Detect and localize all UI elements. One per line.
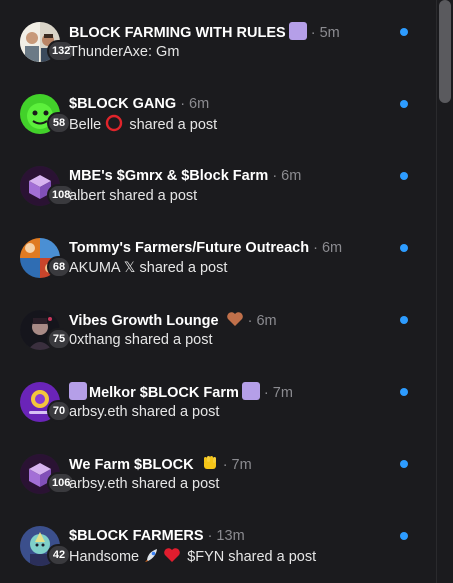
last-message: arbsy.eth shared a post: [69, 474, 406, 494]
scrollbar-thumb[interactable]: [439, 0, 451, 103]
timestamp: · 13m: [207, 528, 245, 544]
conversation-title-line: Tommy's Farmers/Future Outreach · 6m: [69, 238, 390, 258]
last-message: ThunderAxe: Gm: [69, 42, 406, 62]
conversation-title-line: MBE's $Gmrx & $Block Farm · 6m: [69, 166, 390, 186]
timestamp: · 6m: [313, 240, 343, 256]
conversation-row[interactable]: 68 Tommy's Farmers/Future Outreach · 6m …: [0, 216, 436, 288]
unread-dot: [400, 172, 408, 180]
conversation-title-line: Vibes Growth Lounge · 6m: [69, 310, 390, 330]
unread-dot: [400, 388, 408, 396]
last-message: 0xthang shared a post: [69, 330, 406, 350]
last-message: arbsy.eth shared a post: [69, 402, 406, 422]
timestamp: · 5m: [310, 25, 340, 41]
member-count-badge: 58: [47, 112, 71, 134]
last-message: Belle shared a post: [69, 114, 406, 134]
conversation-row[interactable]: 106 We Farm $BLOCK · 7m arbsy.eth shared…: [0, 432, 436, 504]
conversation-row[interactable]: 132 BLOCK FARMING WITH RULES · 5m Thunde…: [0, 0, 436, 72]
conversation-title-line: $BLOCK FARMERS · 13m: [69, 526, 390, 546]
member-count-badge: 70: [47, 400, 71, 422]
conversation-title: $BLOCK GANG: [69, 96, 177, 112]
last-message-text: shared a post: [129, 117, 218, 133]
last-message-text: AKUMA 𝕏 shared a post: [69, 260, 228, 276]
conversation-row[interactable]: 58 $BLOCK GANG · 6m Belle shared a post: [0, 72, 436, 144]
last-message: AKUMA 𝕏 shared a post: [69, 258, 406, 278]
conversation-title: $BLOCK FARMERS: [69, 528, 204, 544]
timestamp: · 7m: [222, 457, 252, 473]
rocket-icon: [145, 549, 158, 562]
timestamp: · 6m: [180, 96, 210, 112]
conversation-title: Vibes Growth Lounge: [69, 313, 219, 329]
unread-dot: [400, 100, 408, 108]
unread-dot: [400, 28, 408, 36]
purple-square-icon: [69, 382, 87, 400]
member-count-badge: 68: [47, 256, 71, 278]
last-message-text: arbsy.eth shared a post: [69, 476, 220, 492]
last-message-text: albert shared a post: [69, 188, 198, 204]
timestamp: · 6m: [272, 168, 302, 184]
purple-square-icon: [241, 382, 260, 400]
unread-dot: [400, 244, 408, 252]
chat-list-panel: 132 BLOCK FARMING WITH RULES · 5m Thunde…: [0, 0, 453, 583]
last-message-text: 0xthang shared a post: [69, 332, 213, 348]
conversation-title-line: $BLOCK GANG · 6m: [69, 94, 390, 114]
conversation-title-line: BLOCK FARMING WITH RULES · 5m: [69, 22, 390, 42]
last-message: Handsome $FYN shared a post: [69, 546, 406, 566]
red-heart-icon: [164, 548, 180, 562]
brown-heart-icon: [226, 312, 243, 326]
conversation-title: BLOCK FARMING WITH RULES: [69, 25, 286, 41]
unread-dot: [400, 460, 408, 468]
conversation-title: Tommy's Farmers/Future Outreach: [69, 240, 310, 256]
conversation-title-line: Melkor $BLOCK Farm · 7m: [69, 382, 390, 402]
message-sender: Belle: [69, 117, 102, 133]
timestamp: · 6m: [247, 313, 277, 329]
purple-square-icon: [288, 22, 307, 40]
last-message-text: $FYN shared a post: [187, 549, 317, 565]
message-sender: Handsome: [69, 549, 140, 565]
red-circle-icon: [106, 114, 123, 132]
member-count-badge: 75: [47, 328, 71, 350]
conversation-row[interactable]: 42 $BLOCK FARMERS · 13m Handsome $FYN sh…: [0, 504, 436, 576]
conversation-title: Melkor $BLOCK Farm: [89, 385, 239, 401]
last-message-text: ThunderAxe: Gm: [69, 44, 180, 60]
conversation-title: MBE's $Gmrx & $Block Farm: [69, 168, 269, 184]
member-count-badge: 42: [47, 544, 71, 566]
conversation-title-line: We Farm $BLOCK · 7m: [69, 454, 390, 474]
unread-dot: [400, 316, 408, 324]
conversation-row[interactable]: 75 Vibes Growth Lounge · 6m 0xthang shar…: [0, 288, 436, 360]
timestamp: · 7m: [263, 385, 293, 401]
conversation-row[interactable]: 108 MBE's $Gmrx & $Block Farm · 6m alber…: [0, 144, 436, 216]
conversation-title: We Farm $BLOCK: [69, 457, 194, 473]
raised-fist-icon: [203, 456, 216, 469]
last-message-text: arbsy.eth shared a post: [69, 404, 220, 420]
unread-dot: [400, 532, 408, 540]
last-message: albert shared a post: [69, 186, 406, 206]
conversation-list: 132 BLOCK FARMING WITH RULES · 5m Thunde…: [0, 0, 436, 576]
conversation-row[interactable]: 70 Melkor $BLOCK Farm · 7m arbsy.eth sha…: [0, 360, 436, 432]
